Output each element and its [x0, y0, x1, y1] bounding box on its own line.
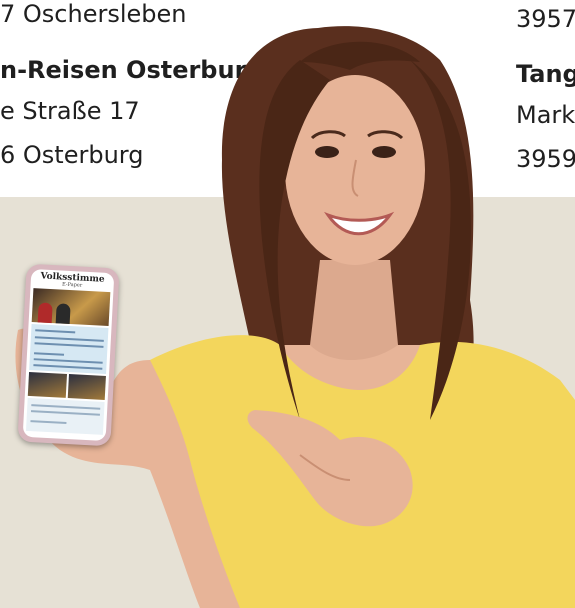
phone-thumbnails — [27, 371, 106, 400]
advertisement: 7 Oschersleben n-Reisen Osterburg e Stra… — [0, 0, 575, 608]
phone-screen: Volksstimme E-Paper — [22, 268, 115, 442]
phone-article-block — [29, 324, 109, 374]
phone-footer-block — [25, 397, 105, 435]
phone-hero-image — [31, 288, 111, 327]
smartphone: Volksstimme E-Paper — [17, 263, 120, 447]
